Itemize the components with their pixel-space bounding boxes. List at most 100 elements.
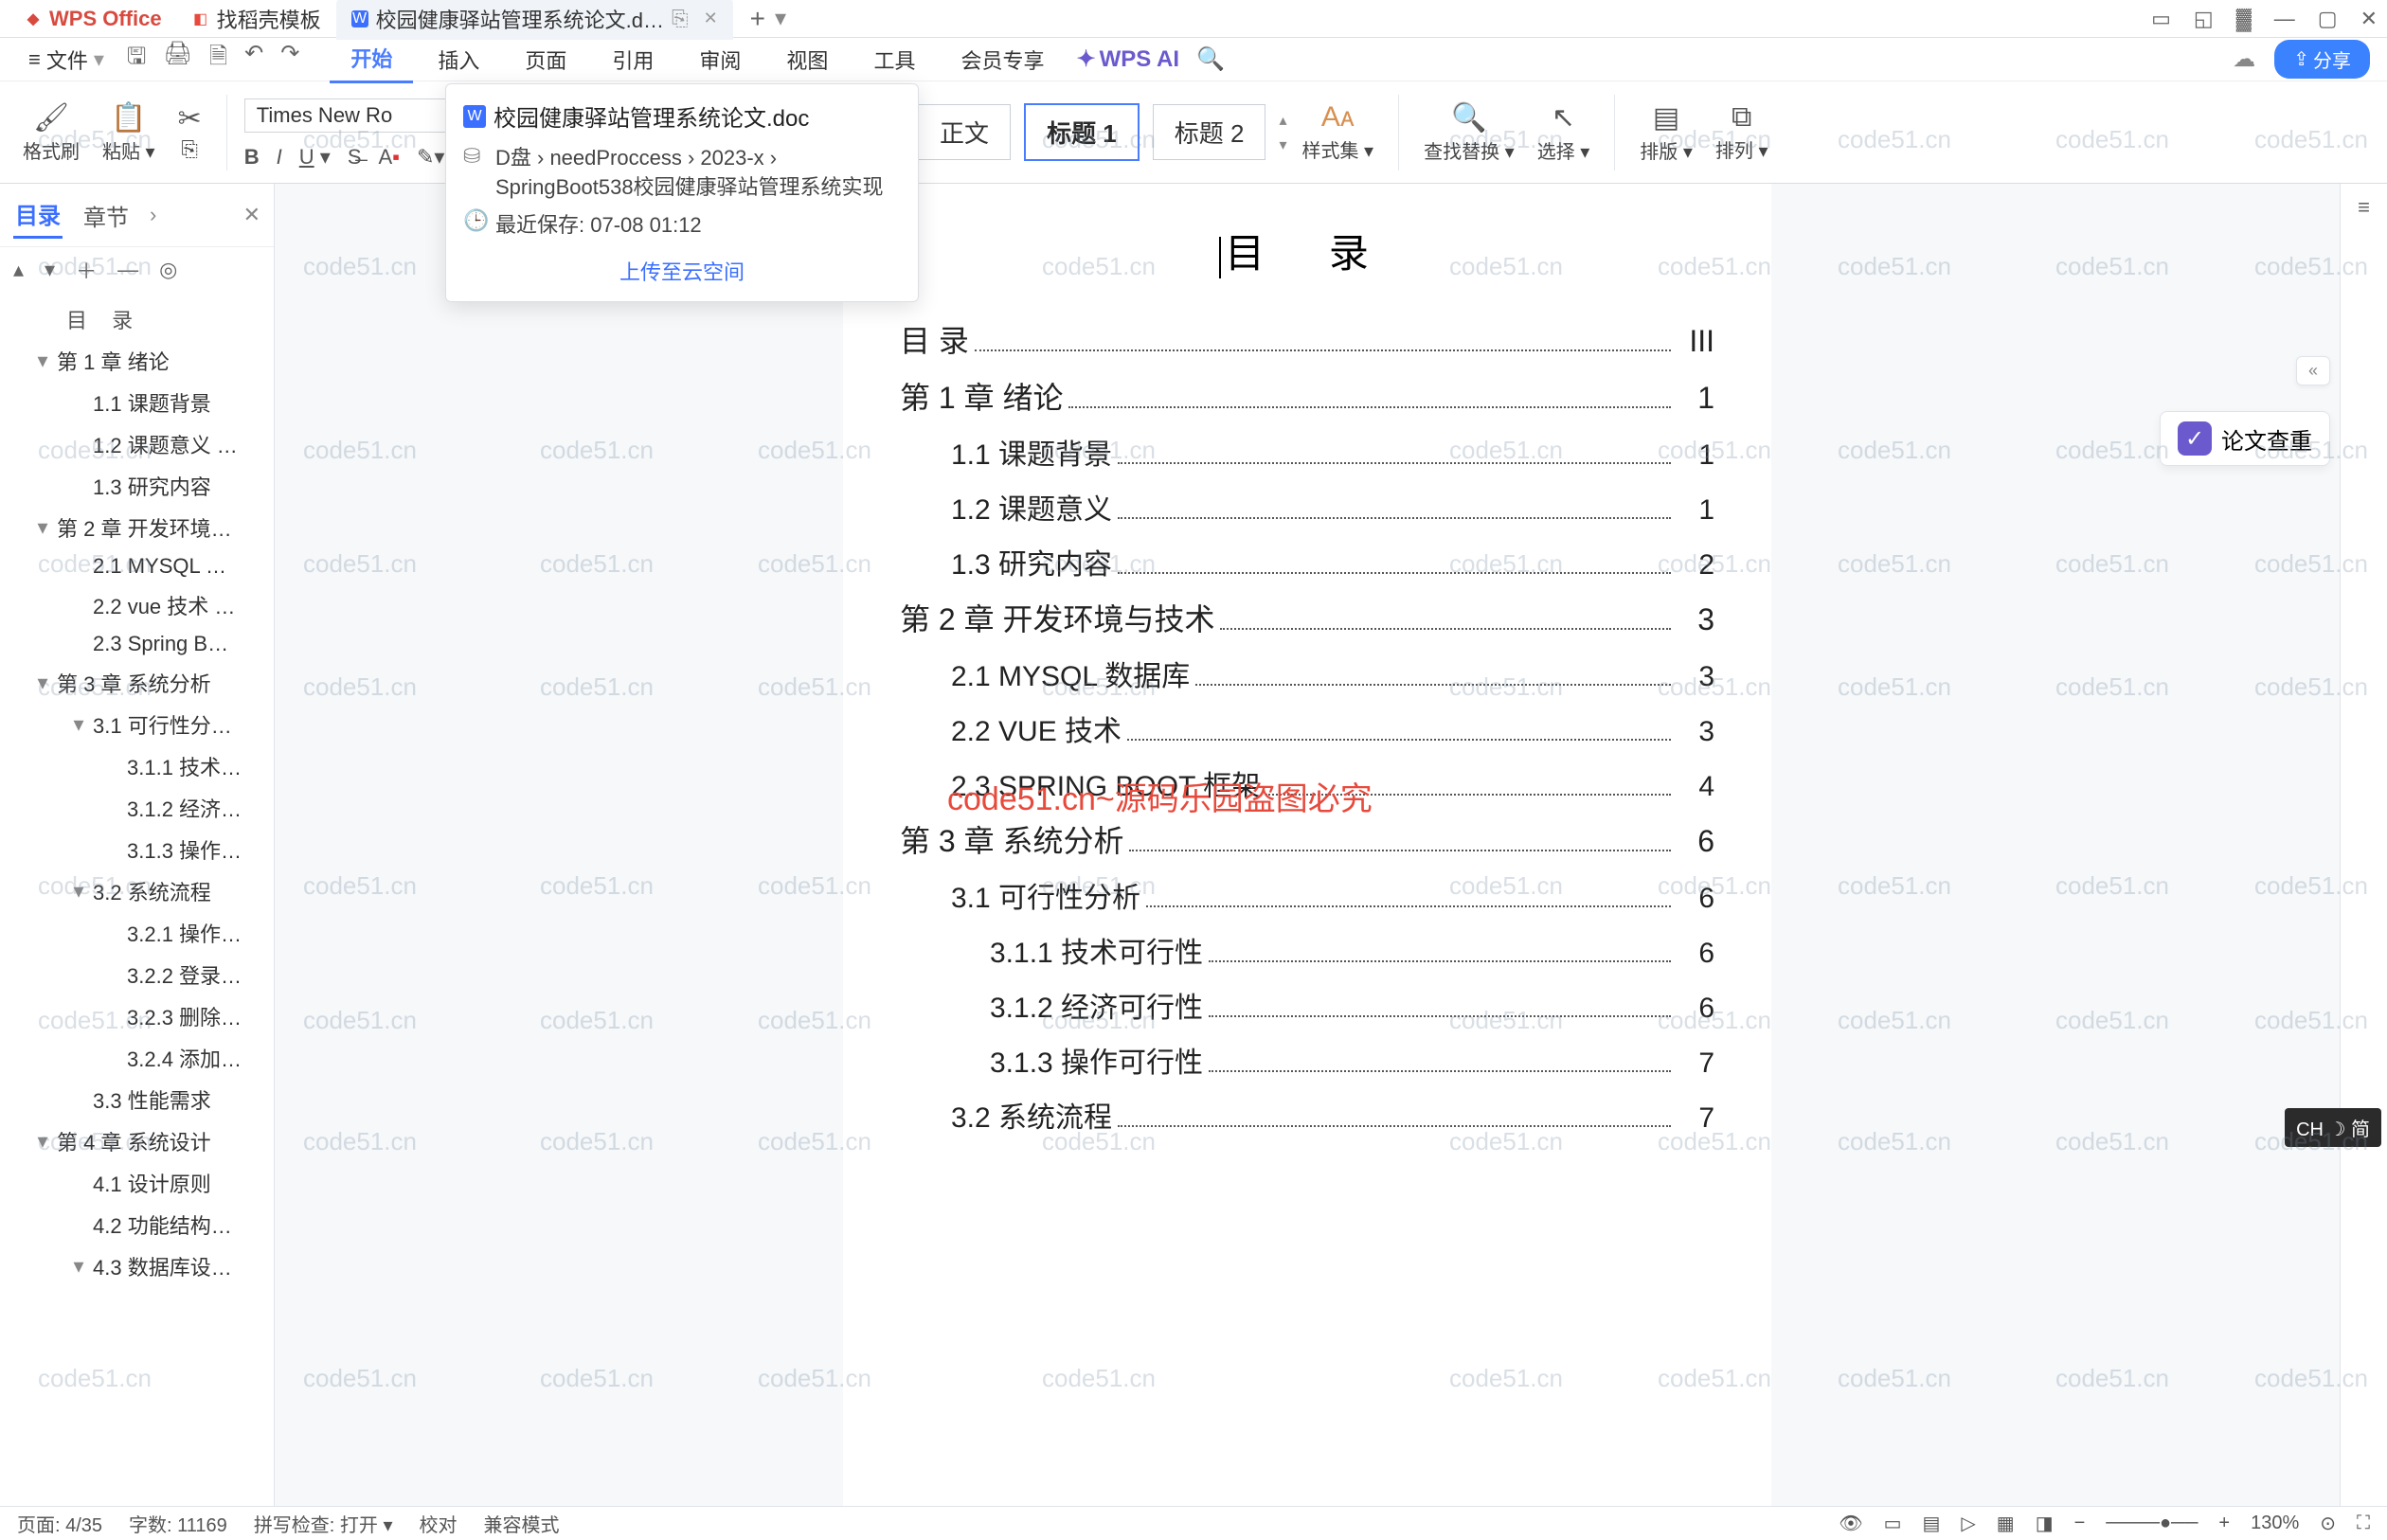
print-icon[interactable]: 🖨 bbox=[163, 40, 191, 79]
view-focus-icon[interactable]: ◨ bbox=[2036, 1512, 2054, 1535]
menu-page[interactable]: 页面 bbox=[504, 37, 587, 82]
minimize-icon[interactable]: — bbox=[2274, 7, 2295, 31]
redo-icon[interactable]: ↷ bbox=[280, 40, 299, 79]
expand-icon[interactable]: ＋ bbox=[76, 255, 97, 285]
outline-item[interactable]: ▾3.2 系统流程 bbox=[0, 870, 274, 912]
toc-entry[interactable]: 第 1 章 绪论 1 bbox=[900, 374, 1714, 418]
view-print-icon[interactable]: ▭ bbox=[1884, 1512, 1902, 1535]
toc-entry[interactable]: 3.1.2 经济可行性 6 bbox=[900, 984, 1714, 1026]
tab-toc[interactable]: 目录 bbox=[13, 191, 63, 239]
italic-button[interactable]: I bbox=[277, 145, 282, 170]
status-page[interactable]: 页面: 4/35 bbox=[17, 1510, 102, 1537]
menu-home[interactable]: 开始 bbox=[330, 35, 413, 83]
cut-block[interactable]: ✂ ⎘ bbox=[170, 102, 209, 162]
status-spell[interactable]: 拼写检查: 打开 ▾ bbox=[254, 1510, 393, 1537]
toc-entry[interactable]: 3.1.3 操作可行性 7 bbox=[900, 1039, 1714, 1081]
outline-item[interactable]: 3.1.3 操作… bbox=[0, 829, 274, 870]
outline-item[interactable]: 2.2 vue 技术 … bbox=[0, 584, 274, 626]
toc-entry[interactable]: 3.2 系统流程 7 bbox=[900, 1094, 1714, 1136]
cloud-sync-icon[interactable]: ☁ bbox=[2233, 45, 2255, 73]
tab-document-active[interactable]: W 校园健康驿站管理系统论文.d… ⎘ ✕ bbox=[336, 0, 733, 40]
zoom-out-icon[interactable]: − bbox=[2074, 1513, 2086, 1534]
outline-item[interactable]: 3.2.1 操作… bbox=[0, 912, 274, 954]
menu-member[interactable]: 会员专享 bbox=[940, 37, 1065, 82]
tab-chapter[interactable]: 章节 bbox=[81, 193, 131, 238]
outline-item[interactable]: ▾第 4 章 系统设计 bbox=[0, 1120, 274, 1162]
outline-item[interactable]: 2.3 Spring B… bbox=[0, 626, 274, 662]
view-web-icon[interactable]: ▦ bbox=[1997, 1512, 2015, 1535]
underline-button[interactable]: U ▾ bbox=[299, 145, 331, 170]
outline-item[interactable]: 3.1.1 技术… bbox=[0, 745, 274, 787]
paper-check-card[interactable]: ✓ 论文查重 bbox=[2160, 411, 2330, 466]
fit-icon[interactable]: ⊙ bbox=[2320, 1512, 2336, 1535]
close-pane-icon[interactable]: ✕ bbox=[243, 203, 260, 227]
toc-entry[interactable]: 2.2 VUE 技术 3 bbox=[900, 707, 1714, 749]
outline-item[interactable]: 3.1.2 经济… bbox=[0, 787, 274, 829]
tab-wps-office[interactable]: ◆ WPS Office bbox=[9, 1, 177, 37]
wps-ai-button[interactable]: ✦ WPS AI bbox=[1076, 45, 1179, 73]
arrange-block[interactable]: ⧉ 排列 ▾ bbox=[1708, 101, 1776, 163]
outline-item[interactable]: 3.2.4 添加… bbox=[0, 1037, 274, 1079]
zoom-value[interactable]: 130% bbox=[2251, 1513, 2299, 1534]
highlight-button[interactable]: ✎▾ bbox=[417, 145, 444, 170]
toc-entry[interactable]: 2.1 MYSQL 数据库 3 bbox=[900, 653, 1714, 694]
rail-menu-icon[interactable]: ≡ bbox=[2358, 195, 2370, 220]
tab-dropdown-icon[interactable]: ▾ bbox=[775, 5, 786, 32]
outline-item[interactable]: 4.1 设计原则 bbox=[0, 1162, 274, 1204]
toc-entry[interactable]: 1.3 研究内容 2 bbox=[900, 541, 1714, 582]
view-outline-icon[interactable]: ▤ bbox=[1922, 1512, 1940, 1535]
toc-entry[interactable]: 1.2 课题意义 1 bbox=[900, 486, 1714, 528]
paste-block[interactable]: 📋 粘贴 ▾ bbox=[95, 101, 163, 164]
style-heading-1[interactable]: 标题 1 bbox=[1024, 103, 1140, 161]
next-icon[interactable]: ▾ bbox=[45, 258, 55, 282]
chevron-right-icon[interactable]: › bbox=[150, 203, 156, 227]
menu-view[interactable]: 视图 bbox=[765, 37, 849, 82]
outline-item[interactable]: ▾4.3 数据库设… bbox=[0, 1245, 274, 1287]
document-canvas[interactable]: 目 录 目 录 III第 1 章 绪论 11.1 课题背景 11.2 课题意义 … bbox=[275, 184, 2340, 1506]
toc-entry[interactable]: 3.1 可行性分析 6 bbox=[900, 874, 1714, 916]
close-window-icon[interactable]: ✕ bbox=[2360, 7, 2378, 31]
preview-icon[interactable]: 🗎 bbox=[209, 40, 227, 79]
tab-templates[interactable]: ◧ 找稻壳模板 bbox=[177, 0, 336, 40]
outline-item[interactable]: 1.2 课题意义 … bbox=[0, 423, 274, 465]
outline-item[interactable]: 3.2.2 登录… bbox=[0, 954, 274, 995]
menu-reference[interactable]: 引用 bbox=[591, 37, 674, 82]
status-compat[interactable]: 兼容模式 bbox=[484, 1510, 560, 1537]
outline-item[interactable]: 4.2 功能结构… bbox=[0, 1204, 274, 1245]
view-read-icon[interactable]: ▷ bbox=[1961, 1512, 1975, 1535]
menu-insert[interactable]: 插入 bbox=[417, 37, 500, 82]
menu-review[interactable]: 审阅 bbox=[678, 37, 762, 82]
filter-icon[interactable]: ◎ bbox=[159, 258, 177, 282]
strike-button[interactable]: S̶ bbox=[348, 145, 362, 170]
bold-button[interactable]: B bbox=[244, 145, 260, 170]
collapse-panel-button[interactable]: « bbox=[2296, 356, 2330, 385]
outline-item[interactable]: 目 录 bbox=[0, 298, 274, 340]
style-scroll[interactable]: ▴▾ bbox=[1279, 111, 1286, 154]
outline-item[interactable]: ▾第 1 章 绪论 bbox=[0, 340, 274, 382]
toc-entry[interactable]: 目 录 III bbox=[900, 317, 1714, 361]
maximize-icon[interactable]: ▢ bbox=[2318, 7, 2338, 31]
close-tab-icon[interactable]: ✕ bbox=[704, 9, 718, 28]
outline-item[interactable]: ▾第 2 章 开发环境… bbox=[0, 507, 274, 548]
toc-entry[interactable]: 第 2 章 开发环境与技术 3 bbox=[900, 596, 1714, 639]
toc-entry[interactable]: 3.1.1 技术可行性 6 bbox=[900, 929, 1714, 971]
avatar-icon[interactable]: ▓ bbox=[2236, 7, 2252, 31]
ime-indicator[interactable]: CH ☽ 简 bbox=[2285, 1108, 2381, 1147]
fullscreen-icon[interactable]: ⛶ bbox=[2357, 1513, 2370, 1534]
outline-item[interactable]: 2.1 MYSQL … bbox=[0, 548, 274, 584]
status-proof[interactable]: 校对 bbox=[420, 1510, 458, 1537]
outline-item[interactable]: 1.1 课题背景 bbox=[0, 382, 274, 423]
search-icon[interactable]: 🔍 bbox=[1196, 45, 1225, 73]
format-brush-block[interactable]: 🖌 格式刷 bbox=[15, 101, 87, 164]
style-heading-2[interactable]: 标题 2 bbox=[1153, 104, 1266, 160]
upload-cloud-link[interactable]: 上传至云空间 bbox=[463, 256, 901, 286]
outline-item[interactable]: 1.3 研究内容 bbox=[0, 465, 274, 507]
new-tab-button[interactable]: + bbox=[750, 4, 765, 34]
status-words[interactable]: 字数: 11169 bbox=[129, 1510, 227, 1537]
outline-item[interactable]: 3.2.3 删除… bbox=[0, 995, 274, 1037]
menu-tools[interactable]: 工具 bbox=[852, 37, 936, 82]
cube-icon[interactable]: ◱ bbox=[2194, 7, 2214, 31]
style-set-block[interactable]: Aᴀ 样式集 ▾ bbox=[1294, 101, 1381, 163]
prev-icon[interactable]: ▴ bbox=[13, 258, 24, 282]
font-color-button[interactable]: A▪ bbox=[379, 145, 401, 170]
